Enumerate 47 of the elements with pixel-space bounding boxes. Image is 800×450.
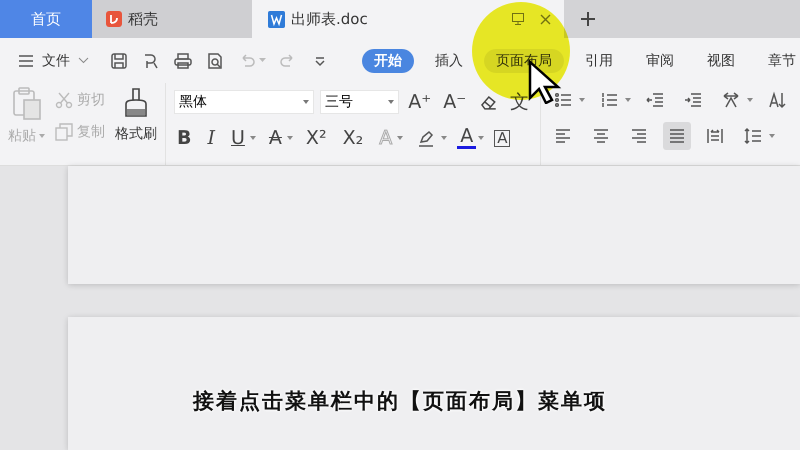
sup-button[interactable]: X² [302, 128, 330, 148]
save-icon[interactable] [109, 50, 129, 70]
caret-icon[interactable] [579, 98, 585, 102]
caret-icon[interactable] [769, 134, 775, 138]
ribbon-tab[interactable]: 审阅 [634, 48, 686, 72]
caret-icon[interactable] [441, 136, 448, 140]
ribbon-tab[interactable]: 视图 [695, 48, 747, 72]
caret-icon[interactable] [286, 136, 293, 140]
border-button[interactable]: A [494, 130, 510, 146]
file-menu[interactable]: 文件 [18, 52, 89, 70]
format-painter-button[interactable]: 格式刷 [115, 125, 157, 143]
caret-icon[interactable] [478, 136, 484, 140]
italic-button[interactable]: I [204, 128, 218, 148]
caret-icon[interactable] [747, 98, 753, 102]
font-name-dropdown[interactable]: 黑体 [174, 90, 314, 114]
paintbrush-icon[interactable] [123, 87, 149, 119]
ribbon-tab[interactable]: 插入 [423, 48, 475, 72]
caret-icon [39, 134, 45, 138]
ribbon-tab[interactable]: 开始 [362, 48, 414, 72]
justify-icon[interactable] [663, 122, 691, 150]
sub-button[interactable]: X₂ [340, 128, 366, 148]
fontcolor-button[interactable]: A [457, 127, 476, 149]
ribbon-tab[interactable]: 章节 [756, 48, 800, 72]
clipboard-icon[interactable] [12, 87, 42, 121]
caret-icon [303, 100, 310, 104]
ribbon-tab[interactable]: 引用 [573, 48, 625, 72]
menu-icon [18, 54, 34, 66]
font-size-dropdown[interactable]: 三号 [320, 90, 400, 114]
new-tab-plus-icon[interactable] [580, 11, 596, 27]
print-icon[interactable] [173, 50, 193, 70]
caret-icon[interactable] [625, 98, 631, 102]
window-tab[interactable]: 稻壳 [92, 0, 252, 38]
chevron-down-icon [78, 57, 89, 64]
caret-icon[interactable] [397, 136, 404, 140]
window-tab[interactable]: 首页 [0, 0, 92, 38]
shrink-font-button[interactable]: A⁻ [440, 92, 470, 112]
caret-icon [388, 100, 394, 104]
subtitle-caption: 接着点击菜单栏中的【页面布局】菜单项 [193, 388, 607, 415]
caret-icon[interactable] [250, 136, 256, 140]
underline-button[interactable]: U [228, 128, 248, 148]
scissors-icon [55, 91, 73, 109]
copy-icon [55, 123, 73, 141]
docer-logo-icon [106, 11, 122, 27]
grow-font-button[interactable]: A⁺ [405, 92, 434, 112]
strike-button[interactable]: A [266, 128, 285, 148]
word-document-icon [268, 10, 285, 28]
bold-button[interactable]: B [174, 128, 194, 148]
